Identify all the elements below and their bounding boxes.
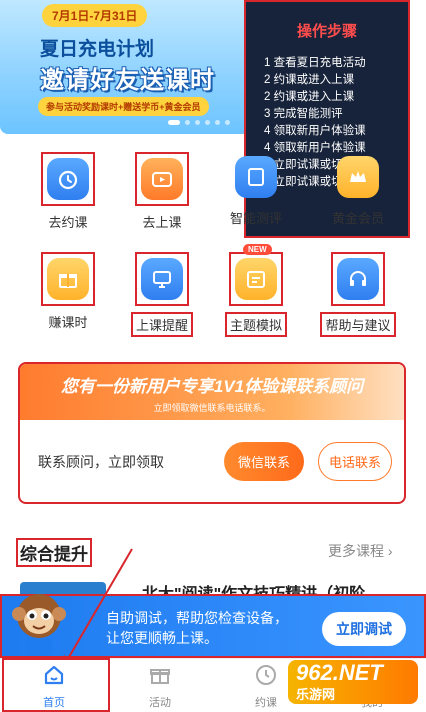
new-user-promo-card[interactable]: 您有一份新用户专享1V1体验课联系顾问 立即领取微信联系电话联系。 联系顾问，立… bbox=[18, 362, 406, 504]
tab-activity[interactable]: 活动 bbox=[130, 663, 190, 710]
monitor-icon bbox=[141, 258, 183, 300]
crown-icon bbox=[337, 156, 379, 198]
steps-title: 操作步骤 bbox=[296, 23, 357, 40]
grid-label: 去约课 bbox=[48, 215, 88, 230]
grid-label: 主题模拟 bbox=[224, 312, 287, 337]
promo-headline: 您有一份新用户专享1V1体验课联系顾问 bbox=[60, 377, 364, 396]
promo-subline: 立即领取微信联系电话联系。 bbox=[153, 403, 271, 413]
grid-label: 智能测评 bbox=[229, 211, 282, 226]
banner-date: 7月1日-7月31日 bbox=[42, 4, 148, 27]
clock-icon bbox=[236, 663, 296, 694]
gift-icon bbox=[47, 258, 89, 300]
assessment-icon bbox=[235, 156, 277, 198]
tab-label: 约课 bbox=[255, 697, 277, 709]
watermark-sub: 乐游网 bbox=[296, 687, 336, 702]
step-line: 2 约课或进入上课 bbox=[264, 74, 355, 86]
promo-banner[interactable]: 7月1日-7月31日 夏日充电计划 邀请好友送课时 参与活动奖励课时+赠送学币+… bbox=[0, 0, 250, 134]
banner-headline: 邀请好友送课时 bbox=[40, 67, 215, 94]
promo-body-text: 联系顾问，立即领取 bbox=[38, 453, 164, 470]
calendar-icon bbox=[235, 258, 277, 300]
grid-item-book[interactable]: 去约课 bbox=[20, 152, 116, 231]
home-highlight-box bbox=[2, 658, 110, 712]
alarm-clock-icon bbox=[47, 158, 89, 200]
grid-item-earn[interactable]: 赚课时 bbox=[20, 252, 116, 331]
grid-item-class[interactable]: 去上课 bbox=[114, 152, 210, 231]
grid-item-theme[interactable]: NEW 主题模拟 bbox=[208, 244, 304, 337]
grid-item-help[interactable]: 帮助与建议 bbox=[310, 252, 406, 337]
step-line: 3 完成智能测评 bbox=[264, 108, 343, 120]
wechat-contact-button[interactable]: 微信联系 bbox=[223, 442, 304, 481]
headset-icon bbox=[337, 258, 379, 300]
banner-title: 夏日充电计划 bbox=[40, 39, 155, 60]
grid-item-gold[interactable]: 黄金会员 bbox=[310, 152, 406, 227]
grid-item-remind[interactable]: 上课提醒 bbox=[114, 252, 210, 337]
grid-item-assess[interactable]: 智能测评 bbox=[208, 152, 304, 227]
grid-label: 去上课 bbox=[142, 215, 182, 230]
new-badge: NEW bbox=[243, 244, 272, 255]
step-line: 1 查看夏日充电活动 bbox=[264, 57, 366, 69]
gift-icon bbox=[130, 663, 190, 694]
tab-book[interactable]: 约课 bbox=[236, 663, 296, 710]
more-courses-link[interactable]: 更多课程 › bbox=[328, 541, 393, 561]
grid-label: 上课提醒 bbox=[130, 312, 193, 337]
tab-label: 活动 bbox=[149, 697, 171, 709]
step-line: 4 领取新用户体验课 bbox=[264, 125, 366, 137]
banner-subline: 参与活动奖励课时+赠送学币+黄金会员 bbox=[38, 97, 209, 116]
watermark-brand: 962.NET bbox=[296, 660, 383, 685]
grid-label: 帮助与建议 bbox=[320, 312, 396, 337]
grid-label: 赚课时 bbox=[48, 315, 88, 330]
debug-now-button[interactable]: 立即调试 bbox=[322, 612, 406, 646]
tv-play-icon bbox=[141, 158, 183, 200]
grid-label: 黄金会员 bbox=[331, 211, 384, 226]
step-line: 2 约课或进入上课 bbox=[264, 91, 355, 103]
phone-contact-button[interactable]: 电话联系 bbox=[317, 442, 392, 481]
carousel-dots bbox=[168, 120, 230, 125]
site-watermark: 962.NET 乐游网 bbox=[288, 660, 418, 704]
